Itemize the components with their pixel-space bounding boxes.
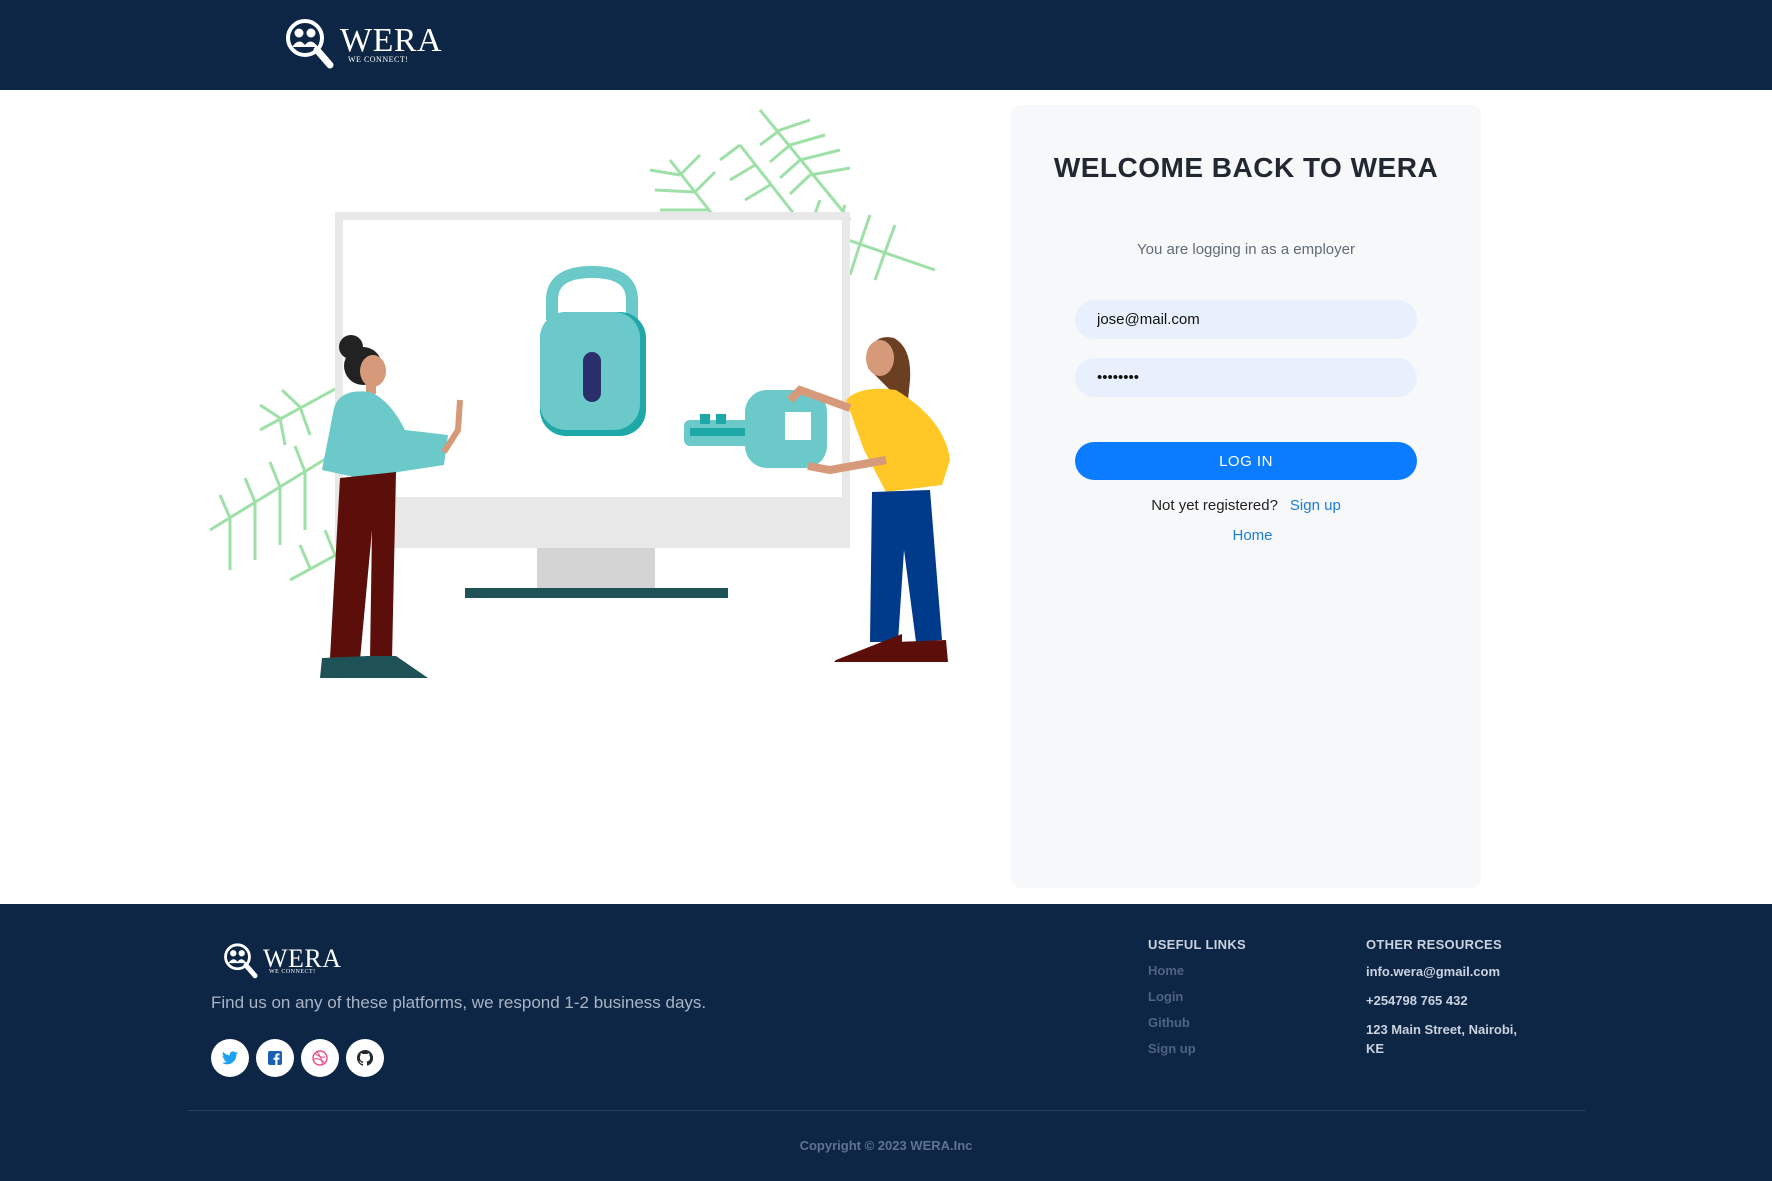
other-resources-title: OTHER RESOURCES [1366, 937, 1502, 952]
top-navbar: WERA WE CONNECT! [0, 0, 1772, 90]
email-input[interactable] [1075, 300, 1417, 339]
login-subtitle: You are logging in as a employer [1137, 241, 1355, 258]
footer: WERA WE CONNECT! Find us on any of these… [0, 904, 1772, 1181]
contact-phone: +254798 765 432 [1366, 993, 1468, 1008]
useful-links-title: USEFUL LINKS [1148, 937, 1246, 952]
register-prompt: Not yet registered? Sign up [1011, 497, 1481, 514]
home-link[interactable]: Home [1011, 527, 1494, 544]
dribbble-icon [312, 1050, 328, 1066]
magnifier-people-logo-icon [286, 19, 334, 69]
password-input[interactable] [1075, 358, 1417, 397]
twitter-button[interactable] [211, 1039, 249, 1077]
footer-brand-logo[interactable]: WERA WE CONNECT! [222, 942, 342, 980]
footer-link-home[interactable]: Home [1148, 958, 1196, 984]
copyright-text: Copyright © 2023 WERA.Inc [799, 1138, 973, 1153]
not-registered-text: Not yet registered? [1151, 497, 1278, 514]
brand-tagline: WE CONNECT! [348, 54, 409, 64]
footer-link-github[interactable]: Github [1148, 1010, 1196, 1036]
footer-divider [188, 1110, 1585, 1111]
useful-links-list: Home Login Github Sign up [1148, 958, 1196, 1062]
footer-blurb: Find us on any of these platforms, we re… [211, 993, 707, 1012]
footer-brand-name: WERA [263, 944, 342, 973]
login-illustration [209, 109, 950, 678]
contact-email[interactable]: info.wera@gmail.com [1366, 962, 1536, 988]
brand-name: WERA [340, 21, 443, 59]
contact-address: 123 Main Street, Nairobi, KE [1366, 1022, 1517, 1056]
dribbble-button[interactable] [301, 1039, 339, 1077]
monitor-stand [537, 548, 655, 588]
facebook-button[interactable] [256, 1039, 294, 1077]
github-icon [357, 1050, 373, 1066]
other-resources-list: info.wera@gmail.com +254798 765 432 123 … [1366, 962, 1536, 1056]
twitter-icon [222, 1051, 238, 1065]
signup-link[interactable]: Sign up [1290, 497, 1341, 514]
monitor-base [465, 588, 728, 598]
footer-link-login[interactable]: Login [1148, 984, 1196, 1010]
login-button[interactable]: LOG IN [1075, 442, 1417, 480]
login-card: WELCOME BACK TO WERA You are logging in … [1011, 105, 1481, 888]
social-links [211, 1039, 384, 1077]
footer-brand-tagline: WE CONNECT! [269, 969, 316, 975]
facebook-icon [268, 1051, 282, 1065]
login-title: WELCOME BACK TO WERA [1053, 152, 1439, 183]
github-button[interactable] [346, 1039, 384, 1077]
brand-logo[interactable]: WERA WE CONNECT! [284, 16, 442, 72]
magnifier-people-logo-icon [224, 943, 258, 979]
footer-link-signup[interactable]: Sign up [1148, 1036, 1196, 1062]
